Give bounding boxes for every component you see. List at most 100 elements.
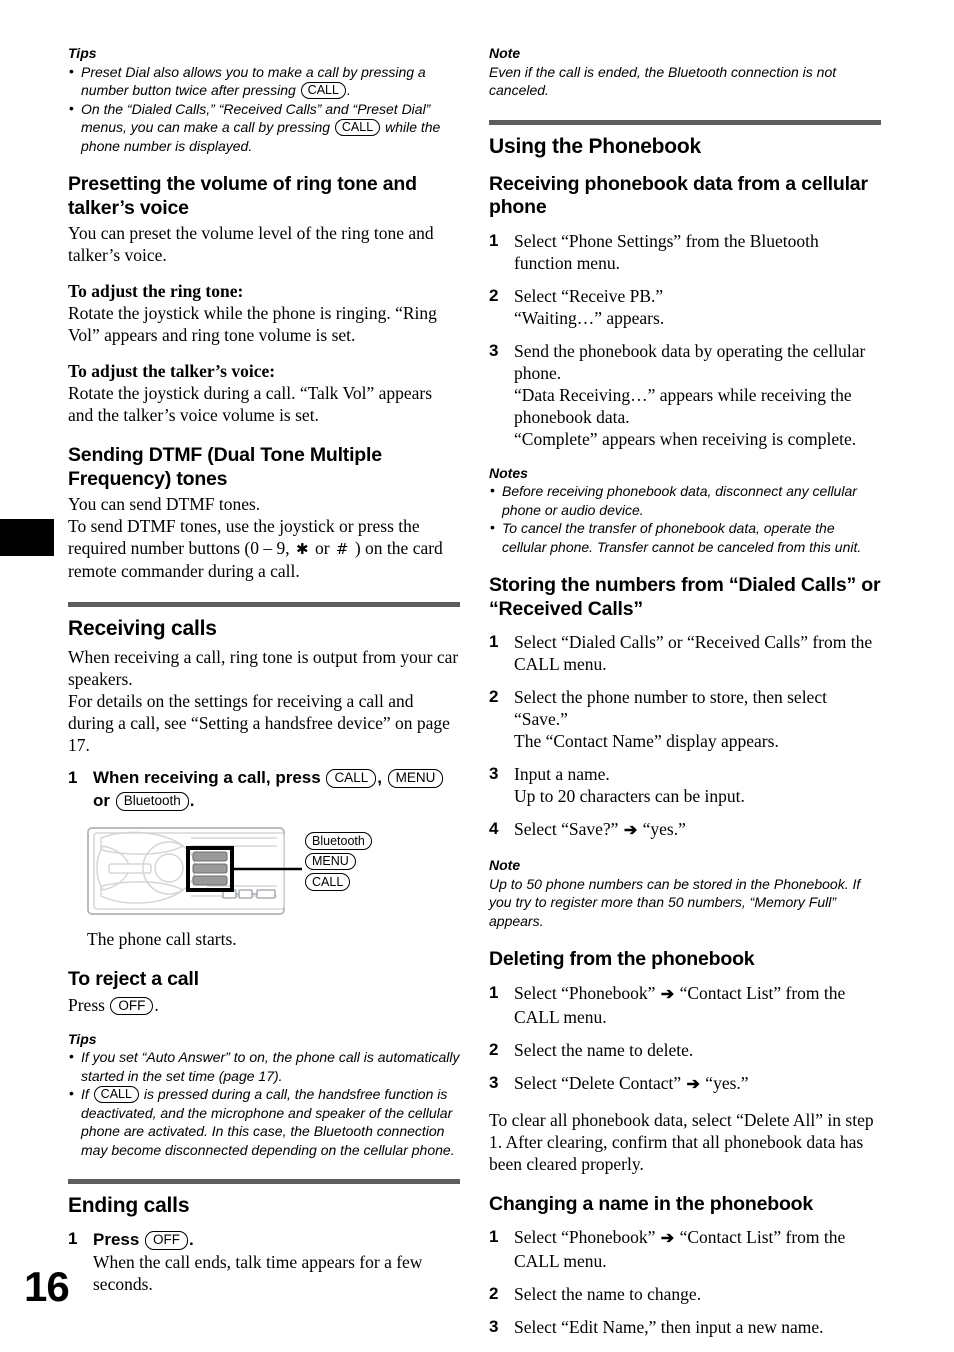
note-memory-title: Note	[489, 857, 521, 873]
heading-receiving-phonebook-data: Receiving phonebook data from a cellular…	[489, 172, 868, 219]
step-item: 1 Press OFF. When the call ends, talk ti…	[68, 1228, 460, 1295]
note-memory-text: Up to 50 phone numbers can be stored in …	[489, 875, 861, 929]
step-number: 2	[489, 687, 499, 706]
hash-icon: #	[335, 540, 349, 558]
heading-deleting-phonebook: Deleting from the phonebook	[489, 948, 755, 970]
step-item: 2 Select “Receive PB.” “Waiting…” appear…	[489, 285, 665, 328]
call-button-pill: CALL	[334, 118, 381, 136]
step-item: 4 Select “Save?” ➔ “yes.”	[489, 819, 686, 839]
step-number: 1	[489, 982, 499, 1002]
step-item: 2 Select the phone number to store, then…	[489, 687, 827, 751]
menu-button-pill: MENU	[387, 769, 444, 788]
note-top-title: Note	[489, 45, 521, 61]
call-button-pill: CALL	[326, 769, 377, 788]
dtmf-line-2: To send DTMF tones, use the joystick or …	[68, 516, 443, 581]
arrow-right-icon: ➔	[660, 1230, 675, 1247]
note-top-block: Note Even if the call is ended, the Blue…	[489, 44, 881, 100]
deleting-phonebook-steps: 1 Select “Phonebook” ➔ “Contact List” fr…	[489, 982, 881, 1096]
step-item: 3 Input a name. Up to 20 characters can …	[489, 764, 745, 806]
car-stereo-diagram: Bluetooth MENU CALL	[87, 826, 442, 918]
bluetooth-button-pill: Bluetooth	[305, 832, 372, 850]
step-item: 1 Select “Dialed Calls” or “Received Cal…	[489, 632, 873, 674]
step-item: 1 When receiving a call, press CALL, MEN…	[68, 766, 460, 812]
tips-top-title: Tips	[68, 45, 97, 61]
diagram-callout-labels: Bluetooth MENU CALL	[305, 832, 372, 891]
bluetooth-button-pill: Bluetooth	[115, 792, 189, 811]
step-item: 3 Select “Edit Name,” then input a new n…	[489, 1317, 824, 1337]
section-divider	[68, 602, 460, 607]
adjust-ring-tone-text: Rotate the joystick while the phone is r…	[68, 303, 437, 345]
dtmf-line-1: You can send DTMF tones.	[68, 494, 261, 514]
left-column: Tips Preset Dial also allows you to make…	[68, 44, 460, 1295]
note-memory-block: Note Up to 50 phone numbers can be store…	[489, 856, 881, 930]
manual-page: 16 Tips Preset Dial also allows you to m…	[0, 0, 954, 1352]
list-item: To cancel the transfer of phonebook data…	[489, 518, 881, 556]
notes-phonebook-block: Notes Before receiving phonebook data, d…	[489, 464, 881, 557]
call-button-pill: CALL	[305, 873, 351, 891]
step-number: 2	[489, 1039, 499, 1059]
call-button-pill: CALL	[300, 81, 346, 99]
asterisk-icon: ✱	[296, 540, 309, 558]
section-divider	[68, 1179, 460, 1184]
note-top-text: Even if the call is ended, the Bluetooth…	[489, 63, 837, 99]
heading-using-phonebook: Using the Phonebook	[489, 134, 702, 158]
step-number: 3	[489, 764, 499, 783]
list-item: Preset Dial also allows you to make a ca…	[68, 62, 460, 100]
step-number: 1	[489, 1227, 499, 1246]
deleting-phonebook-trailing-text: To clear all phonebook data, select “Del…	[489, 1109, 874, 1174]
storing-numbers-steps: 1 Select “Dialed Calls” or “Received Cal…	[489, 631, 881, 842]
receiving-calls-intro-2: For details on the settings for receivin…	[68, 691, 450, 755]
tips-bottom-block: Tips If you set “Auto Answer” to on, the…	[68, 1030, 460, 1160]
step-number: 2	[489, 285, 499, 305]
tips-bottom-title: Tips	[68, 1030, 97, 1047]
step-number: 3	[489, 340, 499, 360]
diagram-caption: The phone call starts.	[87, 929, 237, 949]
arrow-right-icon: ➔	[660, 985, 675, 1003]
step-number: 3	[489, 1317, 499, 1336]
step-item: 3 Select “Delete Contact” ➔ “yes.”	[489, 1072, 749, 1093]
step-item: 1 Select “Phone Settings” from the Bluet…	[489, 230, 819, 273]
menu-button-pill: MENU	[305, 852, 356, 870]
heading-receiving-calls: Receiving calls	[68, 617, 217, 640]
list-item: On the “Dialed Calls,” “Received Calls” …	[68, 99, 460, 156]
arrow-right-icon: ➔	[623, 822, 638, 839]
right-column: Note Even if the call is ended, the Blue…	[489, 44, 881, 1338]
step-number: 2	[489, 1284, 499, 1303]
step-item: 1 Select “Phonebook” ➔ “Contact List” fr…	[489, 982, 846, 1027]
heading-ending-calls: Ending calls	[68, 1194, 190, 1217]
step-number: 1	[68, 768, 78, 787]
tips-top-block: Tips Preset Dial also allows you to make…	[68, 44, 460, 155]
step-item: 3 Send the phonebook data by operating t…	[489, 340, 866, 449]
step-number: 1	[68, 1229, 78, 1248]
arrow-right-icon: ➔	[686, 1075, 700, 1093]
step-item: 2 Select the name to change.	[489, 1284, 702, 1304]
ending-calls-steps: 1 Press OFF. When the call ends, talk ti…	[68, 1228, 460, 1295]
off-button-pill: OFF	[145, 1231, 189, 1250]
heading-changing-name: Changing a name in the phonebook	[489, 1192, 814, 1215]
notes-phonebook-title: Notes	[489, 464, 528, 481]
heading-reject-call: To reject a call	[68, 968, 199, 990]
list-item: If you set “Auto Answer” to on, the phon…	[68, 1047, 460, 1085]
receiving-phonebook-steps: 1 Select “Phone Settings” from the Bluet…	[489, 230, 881, 450]
heading-presetting-volume: Presetting the volume of ring tone and t…	[68, 173, 417, 219]
heading-adjust-ring-tone: To adjust the ring tone:	[68, 281, 244, 301]
edge-tab-marker	[0, 519, 54, 556]
tips-bottom-list: If you set “Auto Answer” to on, the phon…	[68, 1047, 460, 1159]
receiving-calls-steps: 1 When receiving a call, press CALL, MEN…	[68, 766, 460, 812]
section-divider	[489, 119, 881, 125]
call-button-pill: CALL	[93, 1085, 139, 1103]
tips-top-list: Preset Dial also allows you to make a ca…	[68, 62, 460, 156]
list-item: Before receiving phonebook data, disconn…	[489, 481, 881, 519]
heading-storing-numbers: Storing the numbers from “Dialed Calls” …	[489, 574, 881, 620]
page-number: 16	[24, 1263, 70, 1310]
stereo-faceplate-svg	[87, 827, 302, 915]
step-number: 1	[489, 632, 499, 651]
step-item: 1 Select “Phonebook” ➔ “Contact List” fr…	[489, 1227, 846, 1271]
step-number: 1	[489, 230, 499, 250]
heading-adjust-talker-voice: To adjust the talker’s voice:	[68, 361, 276, 381]
receiving-calls-intro-1: When receiving a call, ring tone is outp…	[68, 647, 459, 689]
heading-sending-dtmf: Sending DTMF (Dual Tone Multiple Frequen…	[68, 444, 382, 490]
step-item: 2 Select the name to delete.	[489, 1039, 694, 1060]
presetting-volume-intro: You can preset the volume level of the r…	[68, 223, 434, 265]
ending-calls-step1-detail: When the call ends, talk time appears fo…	[93, 1252, 423, 1294]
